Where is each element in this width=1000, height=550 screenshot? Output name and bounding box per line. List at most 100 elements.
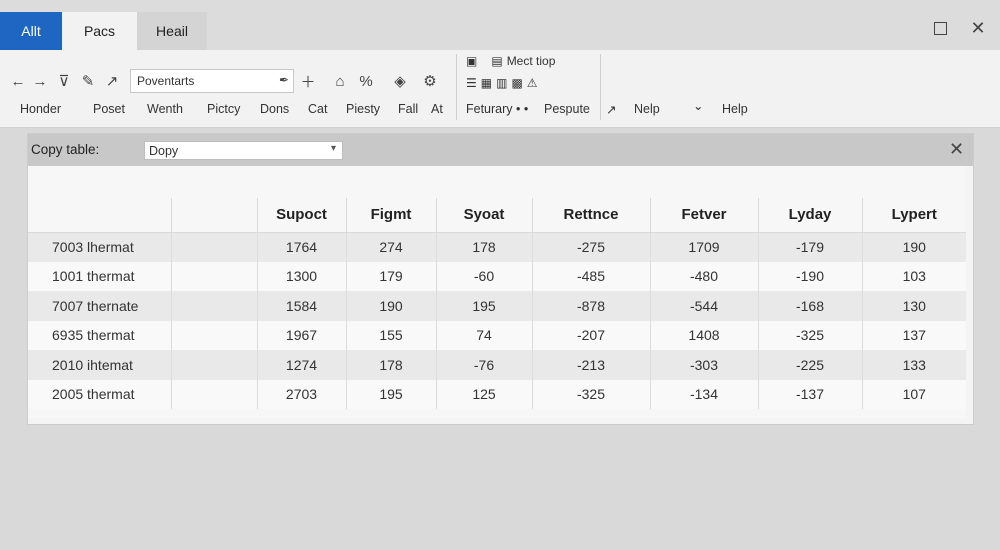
table-cell[interactable]: 178 [346,350,437,380]
columns-icon[interactable]: ▥ [496,76,507,90]
menu-item-wenth[interactable]: Wenth [147,102,183,116]
table-cell[interactable]: 155 [346,320,437,350]
table-row[interactable]: 7007 thernate 1584 190 195 -878 -544 -168 130 [28,291,966,321]
settings-icon[interactable]: ⚙ [420,70,440,92]
column-header[interactable]: Lyday [758,198,863,232]
table-cell[interactable]: 1764 [257,231,347,262]
table-cell[interactable]: -207 [532,320,651,350]
table-cell[interactable]: 179 [346,261,437,291]
tab-heail[interactable]: Heail [137,12,207,50]
row-label-cell[interactable]: 2005 thermat [28,379,172,409]
table-cell[interactable]: 1274 [257,350,347,380]
close-icon[interactable]: ✕ [966,16,990,40]
menu-item-help[interactable]: Help [722,102,748,116]
menu-item-fall[interactable]: Fall [398,102,418,116]
table-cell[interactable]: -303 [650,350,759,380]
table-cell[interactable]: -480 [650,261,759,291]
table-cell[interactable]: -190 [758,261,863,291]
column-header[interactable]: Rettnce [532,198,651,232]
menu-item-dons[interactable]: Dons [260,102,289,116]
table-cell[interactable]: 107 [862,379,966,409]
table-cell[interactable]: -213 [532,350,651,380]
table-row[interactable]: 1001 thermat 1300 179 -60 -485 -480 -190 103 [28,261,966,291]
table-cell[interactable]: 190 [346,291,437,321]
table-cell[interactable]: -76 [436,350,533,380]
table-cell[interactable]: -325 [758,320,863,350]
row-label-cell[interactable]: 7003 lhermat [28,231,172,262]
table-cell[interactable] [171,291,258,321]
table-cell[interactable]: 74 [436,320,533,350]
table-cell[interactable]: -878 [532,291,651,321]
home-icon[interactable]: ⌂ [330,70,350,92]
table-cell[interactable]: 190 [862,231,966,262]
forward-arrow-icon[interactable]: → [30,70,50,92]
close-icon[interactable]: ✕ [949,139,964,160]
table-cell[interactable] [171,231,258,262]
column-header[interactable]: Supoct [257,198,347,232]
menu-item-at[interactable]: At [431,102,443,116]
table-cell[interactable]: -168 [758,291,863,321]
warning-icon[interactable]: ⚠ [527,76,538,90]
table-cell[interactable]: 125 [436,379,533,409]
menu-item-poset[interactable]: Poset [93,102,125,116]
row-label-cell[interactable]: 7007 thernate [28,291,172,321]
table-cell[interactable]: 137 [862,320,966,350]
grid-icon[interactable]: ▦ [481,76,492,90]
pencil-icon[interactable]: ✎ [78,70,98,92]
menu-item-nelp[interactable]: Nelp [634,102,660,116]
pen-icon[interactable]: ✒ [279,73,289,87]
right-group-top[interactable]: ▣ ▤ Mect tiop [466,54,555,68]
table-cell[interactable]: 195 [346,379,437,409]
table-cell[interactable]: 1967 [257,320,347,350]
table-cell[interactable]: 274 [346,231,437,262]
table-cell[interactable] [171,320,258,350]
copy-table-select[interactable]: Dopy ▾ [144,141,343,160]
menu-item-cat[interactable]: Cat [308,102,327,116]
table-cell[interactable]: -485 [532,261,651,291]
table-cell[interactable]: -275 [532,231,651,262]
table-cell[interactable]: -60 [436,261,533,291]
column-header[interactable]: Fetver [650,198,759,232]
add-icon[interactable]: ＋ [298,70,318,92]
menu-item-pictcy[interactable]: Pictcy [207,102,240,116]
table-cell[interactable]: 1709 [650,231,759,262]
column-header[interactable]: Lypert [862,198,966,232]
table-cell[interactable] [171,350,258,380]
tab-allt[interactable]: Allt [0,12,62,50]
table-cell[interactable]: 133 [862,350,966,380]
menu-item-feturary[interactable]: Feturary • • [466,102,528,116]
table-cell[interactable]: 1584 [257,291,347,321]
table-cell[interactable]: 195 [436,291,533,321]
table-row[interactable]: 2010 ihtemat 1274 178 -76 -213 -303 -225 133 [28,350,966,380]
column-header[interactable] [171,198,258,232]
frame-icon[interactable]: ▣ [466,54,477,68]
table-cell[interactable]: -544 [650,291,759,321]
table-cell[interactable]: 1300 [257,261,347,291]
chevron-down-icon[interactable]: ⌄ [693,98,703,113]
table-row[interactable]: 7003 lhermat 1764 274 178 -275 1709 -179 190 [28,231,966,262]
row-label-cell[interactable]: 1001 thermat [28,261,172,291]
search-input[interactable]: Poventarts ✒ [130,69,294,93]
maximize-icon[interactable] [928,16,952,40]
row-label-cell[interactable]: 2010 ihtemat [28,350,172,380]
table-cell[interactable] [171,261,258,291]
column-header[interactable]: Syoat [436,198,533,232]
table-cell[interactable]: -179 [758,231,863,262]
menu-item-honder[interactable]: Honder [20,102,61,116]
table-cell[interactable] [171,379,258,409]
percent-icon[interactable]: % [356,70,376,92]
column-header[interactable]: Figmt [346,198,437,232]
column-header[interactable] [28,198,172,232]
menu-item-piesty[interactable]: Piesty [346,102,380,116]
list-icon[interactable]: ☰ [466,76,477,90]
table-cell[interactable]: 178 [436,231,533,262]
pin-icon[interactable]: ◈ [390,70,410,92]
tab-pacs[interactable]: Pacs [62,12,137,50]
row-label-cell[interactable]: 6935 thermat [28,320,172,350]
table-cell[interactable]: -325 [532,379,651,409]
back-arrow-icon[interactable]: ← [8,70,28,92]
table-cell[interactable]: -225 [758,350,863,380]
filter-icon[interactable]: ⊽ [54,70,74,92]
table-cell[interactable]: -137 [758,379,863,409]
menu-item-arrow[interactable]: ↗ [606,102,616,117]
